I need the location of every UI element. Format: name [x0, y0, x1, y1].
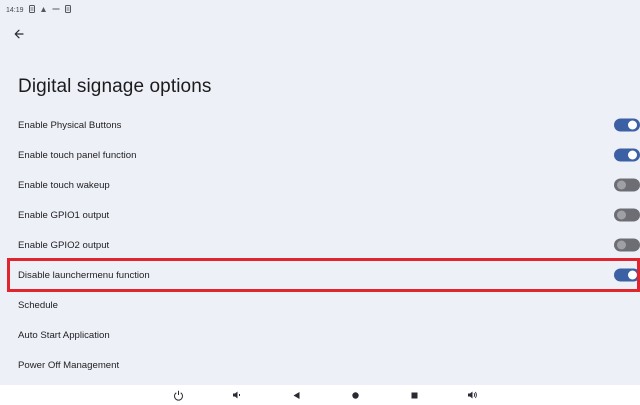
volume-down-button[interactable]	[229, 387, 245, 403]
setting-enable-touch-wakeup[interactable]: Enable touch wakeup	[0, 170, 640, 200]
volume-up-icon	[467, 390, 478, 400]
power-icon	[173, 390, 184, 401]
setting-label: Enable touch wakeup	[18, 179, 110, 191]
recents-square-icon	[410, 391, 419, 400]
signal-icon	[40, 6, 47, 15]
setting-auto-start-application[interactable]: Auto Start Application	[0, 320, 640, 350]
notification-icon	[64, 5, 71, 15]
setting-enable-physical-buttons[interactable]: Enable Physical Buttons	[0, 110, 640, 140]
volume-up-button[interactable]	[464, 387, 480, 403]
toggle-switch[interactable]	[614, 238, 640, 252]
settings-list: Enable Physical Buttons Enable touch pan…	[0, 110, 640, 380]
setting-label: Disable launchermenu function	[18, 269, 150, 281]
setting-enable-gpio1-output[interactable]: Enable GPIO1 output	[0, 200, 640, 230]
recents-nav-button[interactable]	[406, 387, 422, 403]
toggle-knob	[628, 120, 637, 130]
setting-label: Power Off Management	[18, 359, 120, 371]
setting-power-off-management[interactable]: Power Off Management	[0, 350, 640, 380]
arrow-left-icon	[14, 29, 24, 39]
setting-disable-launchermenu[interactable]: Disable launchermenu function	[0, 260, 640, 290]
setting-label: Enable Physical Buttons	[18, 119, 122, 131]
toggle-switch[interactable]	[614, 178, 640, 192]
setting-label: Schedule	[18, 299, 59, 311]
toggle-switch[interactable]	[614, 268, 640, 282]
page-title: Digital signage options	[18, 76, 212, 97]
toggle-knob	[617, 240, 626, 250]
toggle-knob	[617, 180, 626, 190]
setting-label: Enable touch panel function	[18, 149, 137, 161]
back-button[interactable]	[14, 24, 36, 44]
back-triangle-icon	[292, 391, 301, 400]
toggle-knob	[628, 150, 637, 160]
toggle-knob	[628, 270, 637, 280]
setting-label: Enable GPIO2 output	[18, 239, 110, 251]
setting-label: Auto Start Application	[18, 329, 110, 341]
toggle-knob	[617, 210, 626, 220]
notification-icon	[28, 5, 35, 15]
home-nav-button[interactable]	[347, 387, 363, 403]
setting-schedule[interactable]: Schedule	[0, 290, 640, 320]
volume-down-icon	[232, 390, 242, 400]
minus-icon	[52, 6, 60, 14]
status-bar: 14:19	[0, 0, 640, 20]
toggle-switch[interactable]	[614, 118, 640, 132]
toggle-switch[interactable]	[614, 208, 640, 222]
setting-enable-gpio2-output[interactable]: Enable GPIO2 output	[0, 230, 640, 260]
home-circle-icon	[351, 391, 360, 400]
setting-enable-touch-panel[interactable]: Enable touch panel function	[0, 140, 640, 170]
back-nav-button[interactable]	[288, 387, 304, 403]
status-time: 14:19	[6, 6, 24, 14]
setting-label: Enable GPIO1 output	[18, 209, 110, 221]
navigation-bar	[0, 385, 640, 405]
toggle-switch[interactable]	[614, 148, 640, 162]
power-button[interactable]	[170, 387, 186, 403]
